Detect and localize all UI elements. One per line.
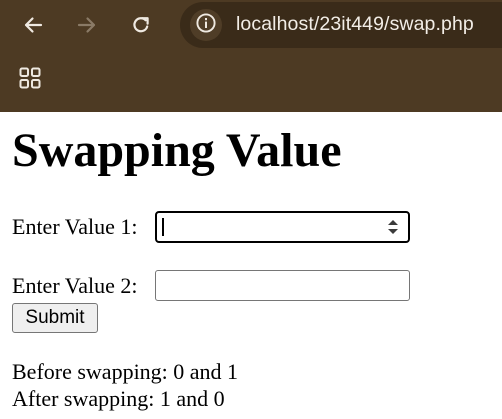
page-content: Swapping Value Enter Value 1: Enter Valu… (0, 112, 502, 419)
page-title: Swapping Value (12, 124, 342, 177)
apps-grid-icon (18, 66, 42, 95)
back-button[interactable] (17, 9, 49, 41)
url-text[interactable]: localhost/23it449/swap.php (236, 13, 474, 36)
arrow-left-icon (22, 14, 44, 36)
before-swapping-text: Before swapping: 0 and 1 (12, 359, 239, 384)
value2-label: Enter Value 2: (12, 273, 138, 298)
arrow-right-icon (76, 14, 98, 36)
text-caret (162, 218, 164, 236)
site-info-button[interactable] (190, 9, 222, 41)
after-swapping-text: After swapping: 1 and 0 (12, 386, 225, 411)
value2-input[interactable] (155, 270, 410, 301)
spinner-arrows-icon (388, 220, 398, 234)
number-spinner[interactable] (387, 218, 399, 236)
forward-button[interactable] (71, 9, 103, 41)
info-icon (195, 12, 217, 39)
apps-button[interactable] (15, 65, 45, 95)
submit-button[interactable]: Submit (12, 303, 98, 333)
value1-label: Enter Value 1: (12, 214, 138, 239)
reload-button[interactable] (125, 9, 157, 41)
navigation-row: localhost/23it449/swap.php (0, 0, 502, 50)
reload-icon (130, 14, 152, 36)
bookmarks-bar (0, 50, 502, 112)
browser-toolbar: localhost/23it449/swap.php (0, 0, 502, 112)
value1-input[interactable] (155, 211, 410, 243)
address-bar[interactable]: localhost/23it449/swap.php (180, 2, 502, 48)
